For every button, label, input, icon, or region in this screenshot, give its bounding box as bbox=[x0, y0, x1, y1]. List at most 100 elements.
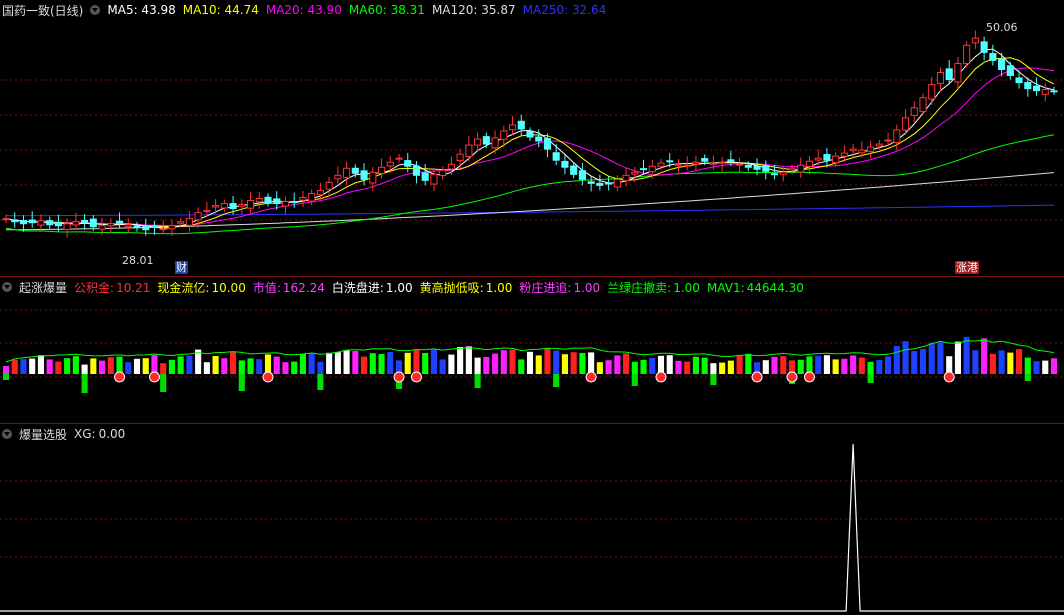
candle-body bbox=[194, 212, 202, 221]
volume-bar bbox=[675, 360, 682, 374]
diamond-signal-icon bbox=[114, 371, 126, 383]
candle-body bbox=[910, 107, 918, 116]
indicator-item-value: 162.24 bbox=[282, 280, 325, 295]
candle-body bbox=[37, 220, 45, 226]
candle-body bbox=[919, 97, 927, 112]
candlestick-chart[interactable] bbox=[0, 0, 1064, 275]
volume-bar bbox=[937, 342, 944, 374]
volume-bar bbox=[256, 359, 263, 374]
volume-bar bbox=[981, 338, 988, 374]
candle-body bbox=[81, 219, 89, 224]
volume-bar bbox=[11, 359, 18, 374]
diamond-signal-icon bbox=[943, 371, 955, 383]
candle-body bbox=[884, 139, 892, 142]
volume-bar bbox=[72, 356, 79, 374]
volume-bar bbox=[474, 357, 481, 374]
ma-legend-item: MA60: 38.31 bbox=[348, 3, 425, 17]
finance-event-marker[interactable]: 财 bbox=[175, 261, 188, 274]
volume-bar bbox=[369, 353, 376, 374]
volume-bar bbox=[160, 363, 167, 374]
candle-body bbox=[238, 204, 246, 207]
volume-bar bbox=[151, 354, 158, 374]
selector-header: 爆量选股 XG: 0.00 bbox=[2, 426, 132, 442]
candle-body bbox=[508, 124, 517, 131]
candle-body bbox=[779, 171, 787, 175]
volume-bar bbox=[430, 349, 437, 374]
candle-body bbox=[963, 44, 971, 64]
indicator-item-value: 10.21 bbox=[116, 280, 151, 295]
diamond-signal-icon bbox=[410, 371, 422, 383]
volume-bar bbox=[640, 359, 647, 374]
diamond-signal-icon bbox=[262, 371, 274, 383]
collapse-icon[interactable] bbox=[90, 5, 101, 15]
low-price-label: 28.01 bbox=[122, 254, 154, 267]
candle-body bbox=[308, 192, 316, 202]
volume-bar bbox=[649, 357, 656, 374]
volume-bar bbox=[334, 352, 341, 374]
volume-bar bbox=[631, 374, 638, 386]
candle-body bbox=[28, 219, 36, 224]
volume-bar bbox=[413, 349, 420, 374]
volume-bar bbox=[998, 350, 1005, 374]
volume-bar bbox=[238, 360, 245, 374]
event-marker-right[interactable]: 涨港 bbox=[955, 261, 979, 274]
candle-body bbox=[674, 163, 683, 166]
volume-bar bbox=[553, 350, 560, 374]
candle-body bbox=[377, 166, 386, 174]
volume-bar bbox=[291, 361, 298, 374]
indicator-item-label: 公积金: bbox=[74, 280, 115, 295]
candle-body bbox=[220, 203, 228, 209]
volume-bar bbox=[264, 354, 272, 374]
indicator-legend: 公积金: 10.21 现金流亿: 10.00 市值: 162.24 白洗盘进: 1.00 黄高抛… bbox=[74, 279, 811, 296]
indicator-item-label: 兰绿庄撤卖: bbox=[607, 280, 672, 295]
indicator-item-value: 1.00 bbox=[573, 280, 601, 295]
xg-value: 0.00 bbox=[98, 427, 126, 441]
selector-panel[interactable]: 爆量选股 XG: 0.00 bbox=[0, 423, 1064, 615]
price-panel[interactable]: 国药一致(日线) MA5: 43.98 MA10: 44.74 MA20: 43.9… bbox=[0, 0, 1064, 275]
indicator-panel[interactable]: 起涨爆量 公积金: 10.21 现金流亿: 10.00 市值: 162.24 白洗盘进: 1.… bbox=[0, 276, 1064, 422]
volume-bar bbox=[37, 355, 44, 374]
ma-legend-item: MA250: 32.64 bbox=[522, 3, 607, 17]
candle-body bbox=[386, 161, 394, 167]
candle-body bbox=[657, 162, 665, 167]
candle-body bbox=[351, 167, 359, 174]
diamond-signal-icon bbox=[655, 371, 667, 383]
volume-bar bbox=[387, 352, 394, 374]
candle-body bbox=[543, 138, 552, 150]
candle-body bbox=[753, 165, 761, 170]
candle-body bbox=[1041, 89, 1049, 95]
volume-bar bbox=[212, 356, 219, 374]
ma-legend: MA5: 43.98 MA10: 44.74 MA20: 43.90 MA60: 38… bbox=[107, 3, 613, 17]
volume-bar bbox=[177, 356, 184, 374]
ma-legend-item: MA20: 43.90 bbox=[265, 3, 342, 17]
candle-body bbox=[648, 165, 656, 173]
volume-bar bbox=[893, 346, 900, 374]
volume-bar bbox=[832, 359, 839, 374]
candle-body bbox=[954, 62, 962, 83]
diamond-signal-icon bbox=[786, 371, 798, 383]
candle-body bbox=[971, 37, 979, 44]
candle-body bbox=[89, 218, 97, 228]
volume-bar bbox=[684, 361, 691, 374]
candle-body bbox=[622, 174, 630, 182]
collapse-icon[interactable] bbox=[2, 282, 12, 292]
volume-bar bbox=[99, 360, 106, 374]
collapse-icon[interactable] bbox=[2, 429, 12, 439]
candle-body bbox=[264, 196, 272, 204]
candle-body bbox=[805, 160, 814, 167]
volume-bar bbox=[736, 355, 743, 374]
volume-indicator-chart[interactable] bbox=[0, 277, 1064, 422]
xg-signal-chart[interactable] bbox=[0, 424, 1064, 615]
volume-bar bbox=[422, 353, 429, 374]
volume-bar bbox=[116, 356, 123, 374]
candle-body bbox=[124, 224, 132, 227]
candle-body bbox=[736, 163, 744, 166]
candle-body bbox=[474, 138, 482, 146]
volume-bar bbox=[588, 352, 595, 374]
candle-body bbox=[517, 120, 525, 130]
volume-bar bbox=[535, 355, 542, 374]
ma250-line bbox=[6, 204, 1055, 217]
candle-body bbox=[168, 225, 176, 230]
candle-body bbox=[11, 219, 19, 223]
volume-bar bbox=[238, 374, 245, 391]
